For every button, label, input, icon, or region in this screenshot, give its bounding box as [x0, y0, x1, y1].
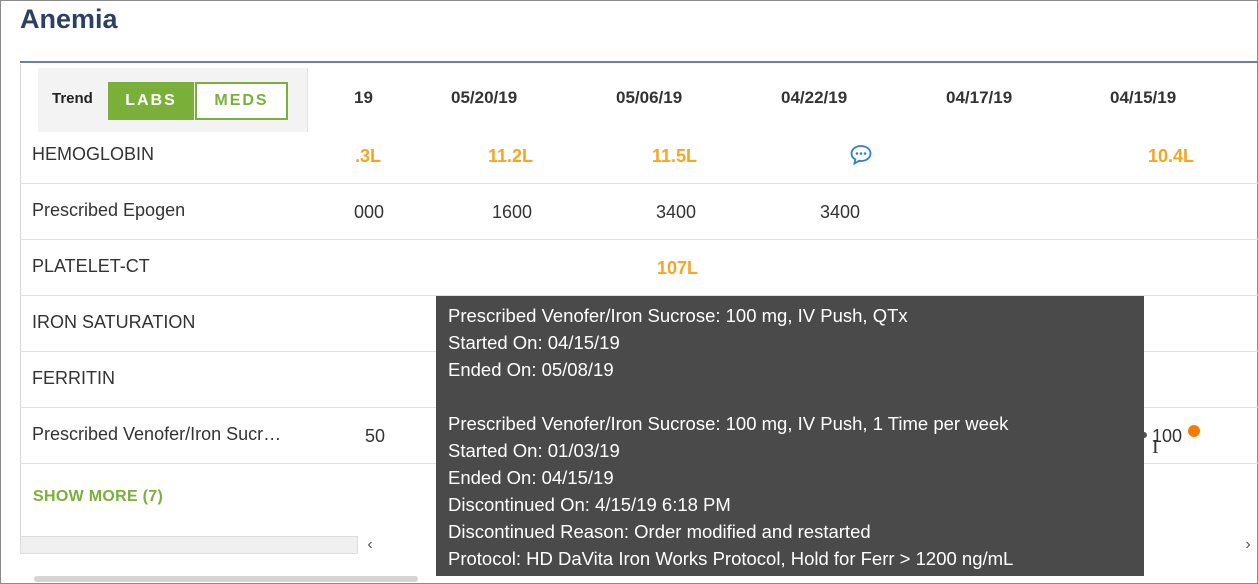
med-value[interactable]: 000 — [354, 202, 384, 223]
row-label: IRON SATURATION — [32, 312, 196, 332]
date-header[interactable]: 19 — [354, 88, 373, 108]
med-value[interactable]: 3400 — [820, 202, 860, 223]
date-header[interactable]: 05/06/19 — [616, 88, 682, 108]
page-scrollbar[interactable] — [34, 576, 418, 582]
show-more-count: (7) — [142, 488, 164, 505]
table-row[interactable]: PLATELET-CT — [20, 240, 1258, 296]
tooltip-ended-on: Ended On: 04/15/19 — [448, 467, 614, 488]
scrollbar-thumb[interactable] — [20, 536, 358, 554]
labs-toggle-button[interactable]: LABS — [108, 82, 194, 120]
row-label: PLATELET-CT — [32, 256, 150, 276]
lab-value[interactable]: .3L — [355, 146, 381, 167]
tooltip-entry-title: Prescribed Venofer/Iron Sucrose: 100 mg,… — [448, 305, 908, 326]
show-more-label: SHOW MORE — [33, 488, 138, 505]
trend-toggle-group: Trend LABS MEDS — [38, 68, 308, 132]
row-label: Prescribed Epogen — [32, 200, 186, 220]
tooltip-protocol: Protocol: HD DaVita Iron Works Protocol,… — [448, 548, 1014, 569]
lab-value[interactable]: 11.5L — [652, 146, 697, 167]
lab-value[interactable]: 11.2L — [488, 146, 533, 167]
panel-title: Anemia — [20, 4, 118, 34]
chevron-right-icon[interactable]: › — [1238, 536, 1258, 554]
tooltip-entry-title: Prescribed Venofer/Iron Sucrose: 100 mg,… — [448, 413, 1009, 434]
tooltip-spacer — [448, 383, 1132, 410]
med-value[interactable]: 1600 — [492, 202, 532, 223]
table-row[interactable]: HEMOGLOBIN — [20, 128, 1258, 184]
comment-bubble-icon[interactable] — [849, 143, 873, 167]
tooltip-ended-on: Ended On: 05/08/19 — [448, 359, 614, 380]
tooltip-discontinued-reason: Discontinued Reason: Order modified and … — [448, 521, 871, 542]
tooltip-discontinued-on: Discontinued On: 4/15/19 6:18 PM — [448, 494, 731, 515]
meds-toggle-button[interactable]: MEDS — [195, 82, 288, 120]
date-header[interactable]: 04/22/19 — [781, 88, 847, 108]
trend-label: Trend — [52, 90, 93, 107]
tooltip-started-on: Started On: 04/15/19 — [448, 332, 620, 353]
date-header[interactable]: 04/17/19 — [946, 88, 1012, 108]
medication-tooltip: Prescribed Venofer/Iron Sucrose: 100 mg,… — [436, 296, 1144, 576]
date-header[interactable]: 04/15/19 — [1110, 88, 1176, 108]
med-value[interactable]: 50 — [365, 426, 385, 447]
title-divider — [20, 61, 1258, 63]
row-label: FERRITIN — [32, 368, 115, 388]
show-more-link[interactable]: SHOW MORE (7) — [33, 488, 163, 506]
tooltip-started-on: Started On: 01/03/19 — [448, 440, 620, 461]
date-header[interactable]: 05/20/19 — [451, 88, 517, 108]
text-cursor-icon: I — [1152, 436, 1159, 458]
lab-value[interactable]: 107L — [657, 258, 698, 279]
alert-dot-icon[interactable] — [1188, 425, 1200, 437]
med-value[interactable]: 3400 — [656, 202, 696, 223]
row-label: Prescribed Venofer/Iron Sucr… — [32, 424, 282, 444]
row-label: HEMOGLOBIN — [32, 144, 155, 164]
chevron-left-icon[interactable]: ‹ — [360, 536, 380, 554]
lab-value[interactable]: 10.4L — [1148, 146, 1194, 167]
table-row[interactable]: Prescribed Epogen — [20, 184, 1258, 240]
